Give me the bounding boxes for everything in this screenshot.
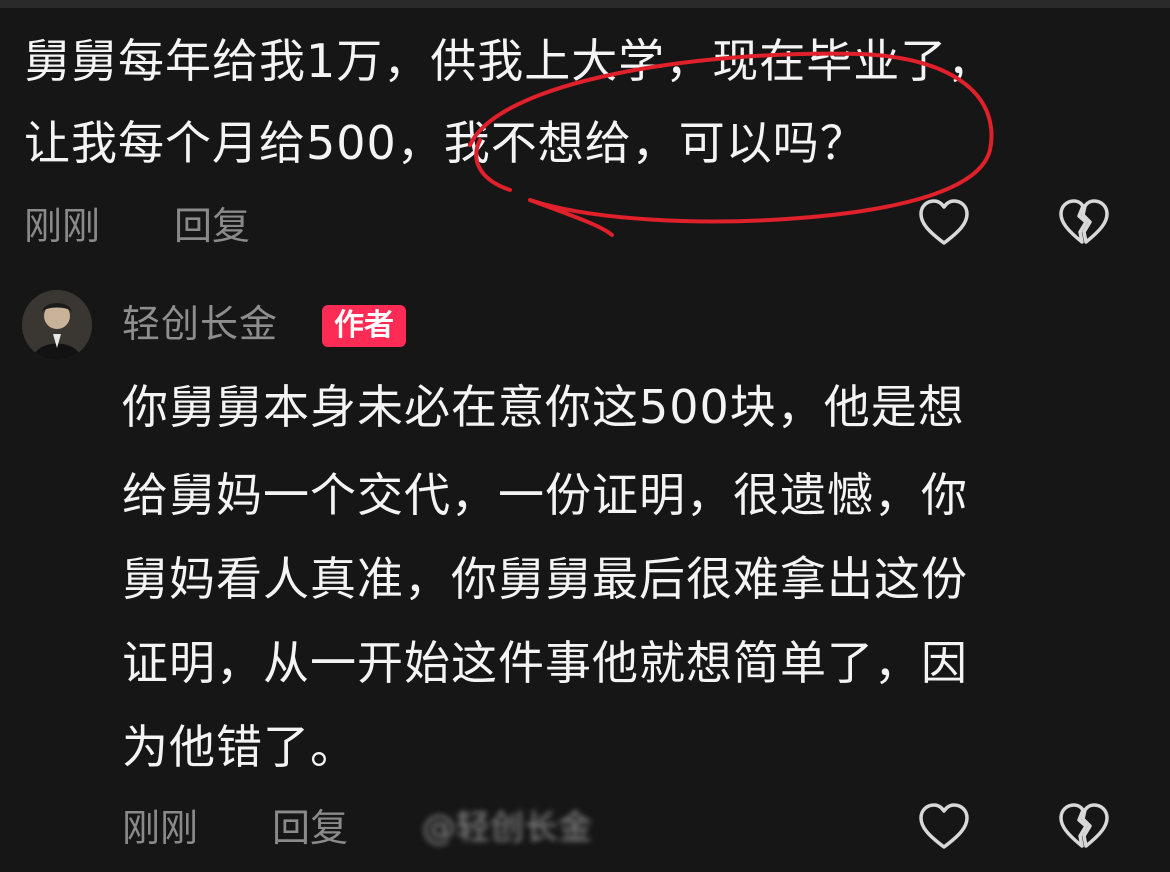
reply-text-line: 你舅舅本身未必在意你这500块，他是想 [122,380,965,434]
heart-outline-icon[interactable] [916,196,972,252]
heart-outline-icon[interactable] [916,800,972,856]
reply-reply-button[interactable]: 回复 [272,806,348,850]
watermark: @轻创长金 [422,808,592,848]
reply-timestamp: 刚刚 [122,806,199,850]
broken-heart-icon[interactable] [1056,800,1112,856]
reply-text-line: 为他错了。 [122,720,357,774]
comment-timestamp: 刚刚 [24,204,101,248]
author-avatar[interactable] [22,290,92,360]
comment-reply-button[interactable]: 回复 [174,204,250,248]
reply-text-line: 舅妈看人真准，你舅舅最后很难拿出这份 [122,552,968,606]
reply-text-line: 给舅妈一个交代，一份证明，很遗憾，你 [122,468,968,522]
comment-text-line: 舅舅每年给我1万，供我上大学，现在毕业了， [24,34,995,88]
top-edge-bar [0,0,1170,8]
author-badge: 作者 [322,305,406,347]
author-name[interactable]: 轻创长金 [122,300,278,348]
comment-text-line: 让我每个月给500，我不想给，可以吗？ [24,116,867,170]
broken-heart-icon[interactable] [1056,196,1112,252]
reply-text-line: 证明，从一开始这件事他就想简单了，因 [122,636,968,690]
